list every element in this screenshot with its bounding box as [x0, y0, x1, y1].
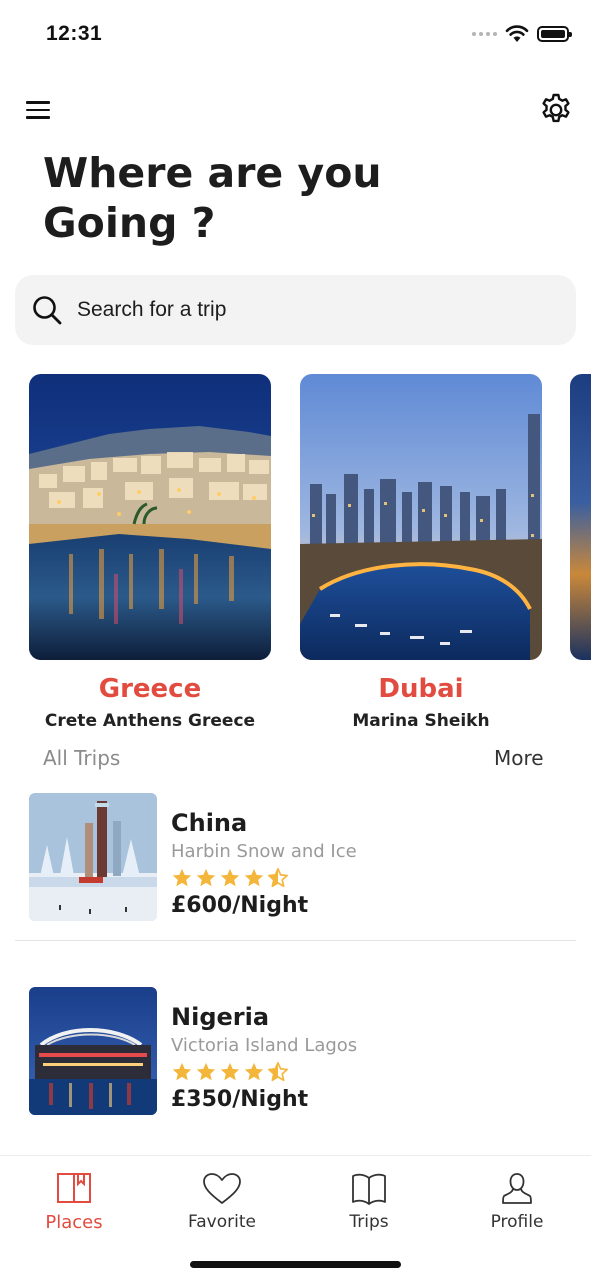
star-icon — [244, 868, 264, 887]
rating-stars — [171, 1061, 289, 1083]
search-bar[interactable] — [15, 275, 576, 345]
settings-button[interactable] — [538, 92, 574, 128]
star-icon — [220, 1062, 240, 1081]
dubai-photo — [300, 374, 542, 660]
tab-favorite[interactable]: Favorite — [148, 1156, 296, 1246]
trip-item-china[interactable]: China Harbin Snow and Ice £600/Night — [15, 793, 576, 941]
star-icon — [196, 868, 216, 887]
status-time: 12:31 — [46, 22, 103, 45]
tab-trips[interactable]: Trips — [295, 1156, 443, 1246]
featured-subtitle: Marina Sheikh — [352, 711, 490, 731]
search-icon — [33, 296, 62, 325]
menu-icon — [26, 101, 50, 104]
star-icon — [172, 1062, 192, 1081]
tab-profile[interactable]: Profile — [443, 1156, 591, 1246]
star-icon — [196, 1062, 216, 1081]
tab-label: Profile — [490, 1212, 544, 1232]
book-icon — [57, 1173, 91, 1203]
trip-location: Harbin Snow and Ice — [171, 841, 357, 862]
open-book-icon — [352, 1173, 386, 1205]
star-half-icon — [268, 868, 288, 888]
trip-price: £600/Night — [171, 893, 309, 918]
trip-location: Victoria Island Lagos — [171, 1035, 358, 1056]
star-icon — [220, 868, 240, 887]
china-photo — [29, 793, 157, 921]
greece-photo — [29, 374, 271, 660]
tab-places[interactable]: Places — [0, 1156, 148, 1246]
heart-icon — [203, 1173, 241, 1204]
battery-icon — [537, 26, 572, 42]
star-icon — [172, 868, 192, 887]
more-link[interactable]: More — [494, 746, 544, 770]
star-icon — [244, 1062, 264, 1081]
search-input[interactable] — [77, 293, 547, 327]
signal-icon — [472, 32, 497, 36]
user-icon — [502, 1173, 532, 1204]
wifi-icon — [505, 25, 529, 42]
home-indicator — [190, 1261, 401, 1268]
featured-subtitle: Crete Anthens Greece — [44, 711, 256, 731]
status-bar: 12:31 — [0, 0, 591, 70]
featured-card-greece[interactable]: Greece Crete Anthens Greece — [29, 374, 271, 731]
status-icons — [472, 25, 572, 43]
nigeria-photo — [29, 987, 157, 1115]
featured-card-dubai[interactable]: Dubai Marina Sheikh — [300, 374, 542, 731]
tab-label: Favorite — [188, 1212, 256, 1232]
gear-icon — [542, 93, 570, 123]
tab-label: Trips — [349, 1212, 389, 1232]
trip-price: £350/Night — [171, 1087, 309, 1112]
tab-label: Places — [45, 1212, 103, 1233]
menu-button[interactable] — [26, 96, 56, 124]
section-title-all-trips: All Trips — [43, 746, 121, 770]
trip-title: Nigeria — [171, 1003, 270, 1031]
rating-stars — [171, 867, 289, 889]
trip-title: China — [171, 809, 248, 837]
featured-name: Greece — [98, 674, 202, 704]
featured-name: Dubai — [378, 674, 464, 704]
page-title: Where are you Going ? — [43, 149, 382, 247]
featured-card-next[interactable] — [570, 374, 591, 660]
trip-item-nigeria[interactable]: Nigeria Victoria Island Lagos £350/Night — [15, 987, 576, 1135]
star-half-icon — [268, 1062, 288, 1082]
